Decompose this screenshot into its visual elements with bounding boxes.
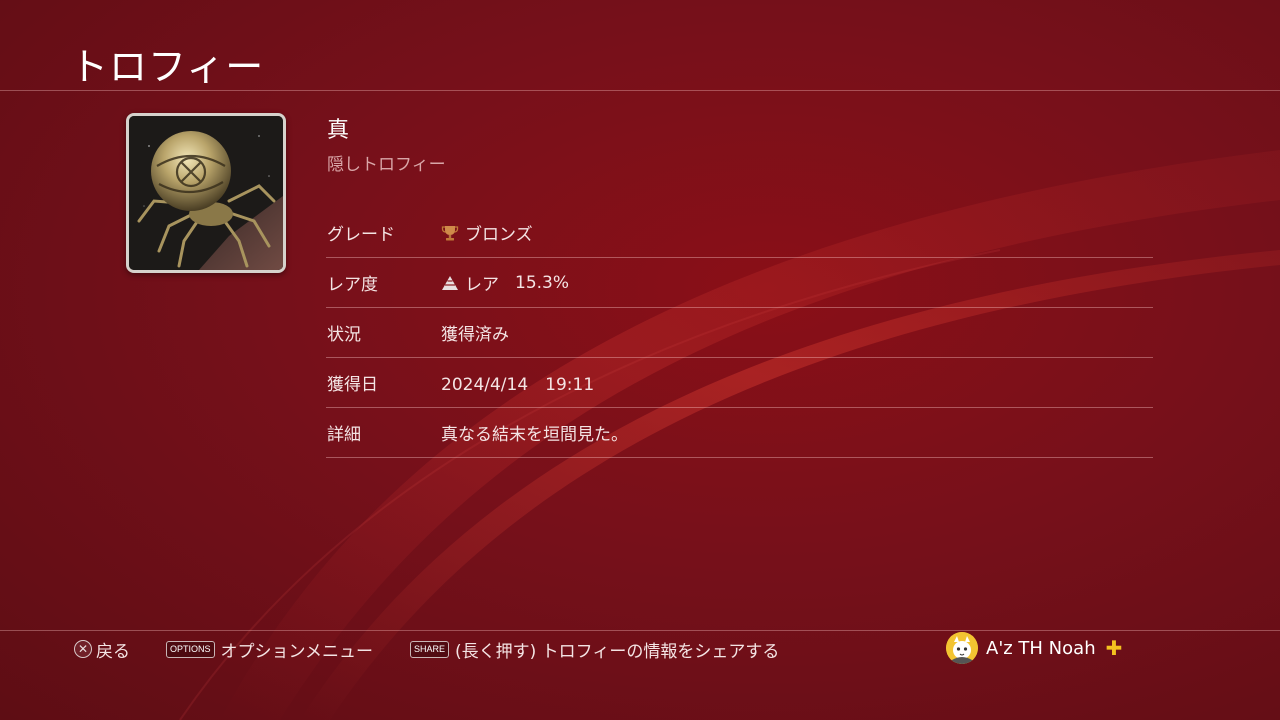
trophy-details-table: グレード ブロンズ レア度 レア 15.3% 状況 獲得済み 獲得日 2024/…	[326, 208, 1153, 458]
trophy-image	[126, 113, 286, 273]
options-label: オプションメニュー	[220, 641, 374, 662]
earned-date-label: 獲得日	[327, 375, 378, 395]
rarity-label: レア度	[327, 275, 378, 295]
share-key-icon: SHARE	[410, 640, 450, 658]
status-value: 獲得済み	[441, 325, 509, 345]
description-value: 真なる結末を垣間見た。	[441, 425, 628, 445]
rarity-percent: 15.3%	[515, 272, 570, 293]
user-name: A'z TH Noah	[986, 637, 1096, 659]
options-menu-hint[interactable]: OPTIONS オプションメニュー	[166, 636, 373, 662]
ps-plus-icon: ✚	[1105, 636, 1123, 660]
earned-date-value: 2024/4/14 19:11	[441, 375, 595, 395]
detail-row-earned-date: 獲得日 2024/4/14 19:11	[326, 358, 1153, 408]
avatar	[946, 632, 978, 664]
grade-label: グレード	[327, 225, 395, 245]
avatar-character-icon	[946, 632, 978, 664]
header-divider	[0, 90, 1280, 91]
detail-row-grade: グレード ブロンズ	[326, 208, 1153, 258]
spider-mech-trophy-art-icon	[129, 116, 283, 270]
options-key-icon: OPTIONS	[166, 640, 215, 658]
rarity-value-group: レア 15.3%	[441, 270, 569, 295]
page-title: トロフィー	[70, 45, 265, 89]
share-hint[interactable]: SHARE (長く押す) トロフィーの情報をシェアする	[410, 636, 779, 662]
detail-row-rarity: レア度 レア 15.3%	[326, 258, 1153, 308]
back-label: 戻る	[96, 641, 130, 662]
rarity-value: レア	[465, 275, 499, 295]
cross-button-icon: ✕	[74, 640, 92, 658]
detail-row-status: 状況 獲得済み	[326, 308, 1153, 358]
rarity-pyramid-icon	[442, 275, 458, 290]
back-hint[interactable]: ✕ 戻る	[74, 636, 130, 662]
status-label: 状況	[327, 325, 361, 345]
description-label: 詳細	[327, 425, 361, 445]
trophy-hidden-label: 隠しトロフィー	[327, 155, 446, 175]
detail-row-description: 詳細 真なる結末を垣間見た。	[326, 408, 1153, 458]
bronze-trophy-icon	[441, 225, 459, 240]
grade-value-group: ブロンズ	[441, 220, 533, 245]
user-profile[interactable]: A'z TH Noah ✚	[946, 632, 1122, 664]
share-label: (長く押す) トロフィーの情報をシェアする	[455, 641, 780, 662]
trophy-name: 真	[327, 118, 350, 143]
footer-divider	[0, 630, 1280, 631]
grade-value: ブロンズ	[465, 225, 533, 245]
